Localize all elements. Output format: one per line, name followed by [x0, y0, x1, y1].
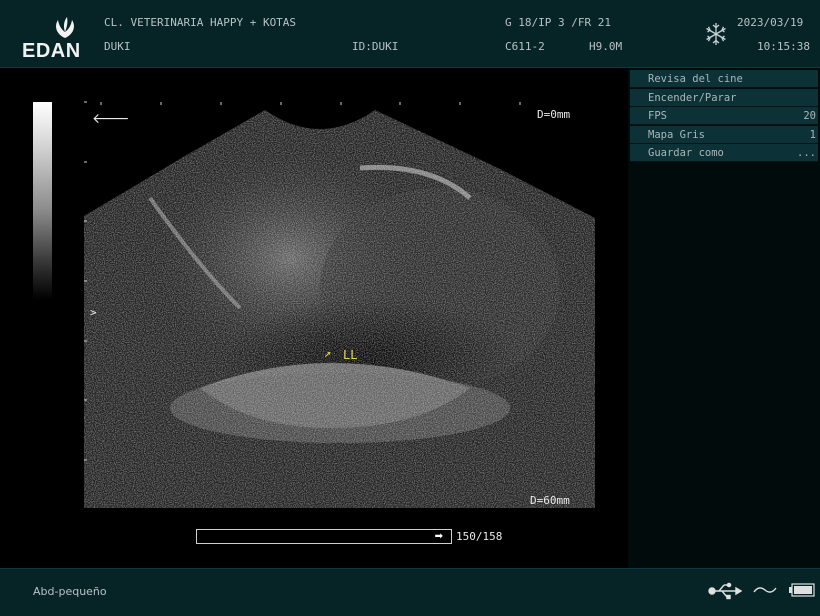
bottom-bar: Abd-pequeño: [0, 568, 820, 616]
menu-item-save-as[interactable]: Guardar como ...: [630, 144, 818, 163]
cine-frame-counter: 150/158: [456, 530, 503, 543]
battery-icon: [789, 583, 815, 597]
cine-progress-bar[interactable]: ➡: [196, 529, 452, 544]
depth-top-label: D=0mm: [537, 108, 571, 121]
probe-model: C611-2: [505, 40, 545, 53]
scan-params: G 18/IP 3 /FR 21: [505, 16, 611, 29]
depth-bottom-label: D=60mm: [530, 494, 570, 507]
gray-scale-bar: [33, 102, 52, 300]
probe-frequency: H9.0M: [589, 40, 623, 53]
cine-thumb-icon[interactable]: ➡: [435, 531, 443, 542]
exam-preset[interactable]: Abd-pequeño: [33, 585, 107, 598]
back-arrow-icon[interactable]: 🡐: [92, 110, 130, 127]
annotation-arrow-icon[interactable]: ↗: [324, 346, 331, 360]
menu-item-cine-review[interactable]: Revisa del cine: [630, 70, 818, 88]
top-bar: EDAN CL. VETERINARIA HAPPY + KOTAS DUKI …: [0, 0, 820, 68]
menu-item-start-stop[interactable]: Encender/Parar: [630, 88, 818, 107]
cine-menu: Revisa del cine Encender/Parar FPS 20 Ma…: [630, 70, 818, 163]
edan-logo: EDAN: [22, 16, 96, 62]
menu-item-fps[interactable]: FPS 20: [630, 107, 818, 126]
patient-name: DUKI: [104, 40, 131, 53]
brand-name: EDAN: [22, 40, 81, 62]
ultrasound-image-area[interactable]: 🡐 D=0mm D=60mm > ↗ LL ➡ 150/158: [0, 68, 628, 568]
patient-id: ID:DUKI: [352, 40, 399, 53]
annotation-label[interactable]: LL: [343, 348, 357, 362]
freeze-snowflake-icon[interactable]: [704, 22, 728, 46]
edan-logo-icon: [56, 17, 74, 38]
clinic-name: CL. VETERINARIA HAPPY + KOTAS: [104, 16, 297, 29]
menu-item-gray-map[interactable]: Mapa Gris 1: [630, 125, 818, 144]
exam-date: 2023/03/19: [737, 16, 804, 29]
network-wave-icon: [753, 587, 777, 593]
usb-icon: [708, 582, 742, 600]
side-panel: Revisa del cine Encender/Parar FPS 20 Ma…: [628, 68, 820, 568]
focus-marker[interactable]: >: [90, 306, 97, 319]
exam-time: 10:15:38: [757, 40, 810, 53]
